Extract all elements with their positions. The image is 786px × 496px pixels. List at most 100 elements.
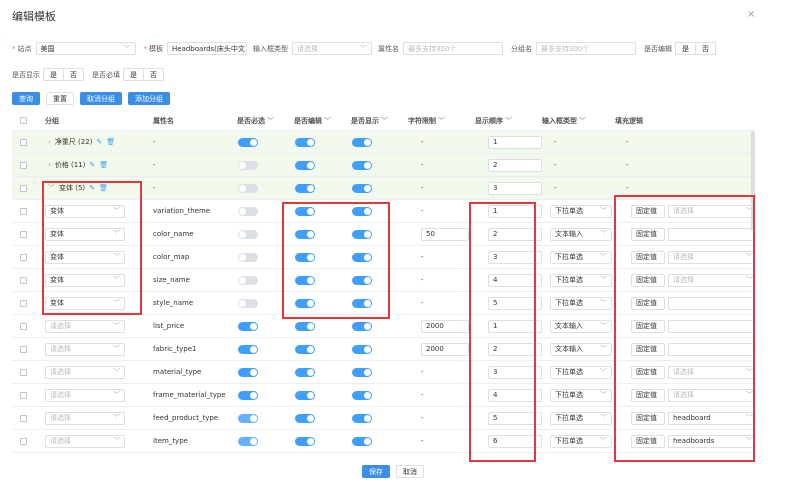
edit-switch[interactable] [295, 321, 315, 331]
input-type-select[interactable]: 下拉单选 ﹀ [550, 365, 612, 379]
required-switch[interactable] [238, 206, 258, 216]
order-input[interactable]: 3 [488, 181, 542, 195]
group-name-input[interactable]: 最多支持300个 [536, 42, 636, 55]
row-checkbox[interactable] [20, 322, 27, 330]
input-type-select[interactable]: 文本输入 ﹀ [550, 227, 612, 241]
required-switch[interactable] [238, 344, 258, 354]
fill-value-select[interactable]: 请选择 ﹀ [668, 250, 755, 264]
show-switch[interactable] [352, 344, 372, 354]
order-input[interactable]: 4 [488, 273, 542, 287]
fill-value-select[interactable]: 请选择 ﹀ [668, 365, 755, 379]
row-checkbox[interactable] [20, 437, 27, 445]
save-button[interactable]: 保存 [362, 465, 390, 478]
group-select[interactable]: 请选择 ﹀ [45, 434, 125, 448]
edit-switch[interactable] [295, 367, 315, 377]
fill-type-select[interactable]: 固定值 [631, 342, 665, 356]
show-switch[interactable] [352, 183, 372, 193]
order-input[interactable]: 3 [488, 250, 542, 264]
input-type-select[interactable]: 下拉单选 ﹀ [550, 273, 612, 287]
order-input[interactable]: 1 [488, 135, 542, 149]
required-switch[interactable] [238, 183, 258, 193]
required-switch[interactable] [238, 367, 258, 377]
show-switch[interactable] [352, 321, 372, 331]
input-type-select[interactable]: 下拉单选 ﹀ [550, 411, 612, 425]
chevron-down-icon[interactable]: ﹀ [267, 116, 274, 126]
select-all-checkbox[interactable] [20, 117, 27, 124]
chevron-down-icon[interactable]: ﹀ [505, 116, 512, 126]
edit-icon[interactable]: ✎ [96, 138, 102, 146]
row-checkbox[interactable] [20, 391, 27, 399]
required-switch[interactable] [238, 436, 258, 446]
row-checkbox[interactable] [20, 276, 27, 284]
display-yes[interactable]: 是 [43, 68, 64, 81]
fill-value-select[interactable]: 请选择 ﹀ [668, 388, 755, 402]
edit-switch[interactable] [295, 252, 315, 262]
group-select[interactable]: 变体 ﹀ [45, 296, 125, 310]
row-checkbox[interactable] [20, 230, 27, 238]
chevron-down-icon[interactable]: ﹀ [48, 183, 55, 193]
group-select[interactable]: 变体 ﹀ [45, 250, 125, 264]
edit-switch[interactable] [295, 436, 315, 446]
row-checkbox[interactable] [20, 299, 27, 307]
input-type-select[interactable]: 下拉单选 ﹀ [550, 388, 612, 402]
row-checkbox[interactable] [20, 161, 27, 169]
required-switch[interactable] [238, 252, 258, 262]
attr-name-input[interactable]: 最多支持300个 [403, 42, 503, 55]
fill-value-input[interactable] [668, 342, 755, 356]
group-select[interactable]: 请选择 ﹀ [45, 365, 125, 379]
required-switch[interactable] [238, 321, 258, 331]
row-checkbox[interactable] [20, 414, 27, 422]
edit-switch[interactable] [295, 183, 315, 193]
group-select[interactable]: 变体 ﹀ [45, 273, 125, 287]
group-select[interactable]: 请选择 ﹀ [45, 319, 125, 333]
required-switch[interactable] [238, 390, 258, 400]
required-switch[interactable] [238, 413, 258, 423]
edit-switch[interactable] [295, 298, 315, 308]
close-icon[interactable]: × [747, 9, 755, 20]
input-type-select[interactable]: 下拉单选 ﹀ [550, 296, 612, 310]
row-checkbox[interactable] [20, 345, 27, 353]
table-scrollbar[interactable] [751, 131, 755, 231]
order-input[interactable]: 1 [488, 319, 542, 333]
row-checkbox[interactable] [20, 138, 27, 146]
chevron-down-icon[interactable]: ﹀ [381, 116, 388, 126]
show-switch[interactable] [352, 137, 372, 147]
fill-type-select[interactable]: 固定值 [631, 227, 665, 241]
edit-switch[interactable] [295, 413, 315, 423]
fill-type-select[interactable]: 固定值 [631, 296, 665, 310]
show-switch[interactable] [352, 390, 372, 400]
input-type-select[interactable]: 文本输入 ﹀ [550, 319, 612, 333]
input-type-select[interactable]: 请选择 ﹀ [292, 42, 372, 55]
chevron-down-icon[interactable]: ﹀ [579, 116, 586, 126]
fill-value-select[interactable]: 请选择 ﹀ [668, 273, 755, 287]
fill-type-select[interactable]: 固定值 [631, 365, 665, 379]
query-button[interactable]: 查询 [12, 92, 40, 105]
edit-switch[interactable] [295, 390, 315, 400]
delete-icon[interactable]: 🗑 [99, 161, 108, 169]
order-input[interactable]: 4 [488, 388, 542, 402]
show-switch[interactable] [352, 229, 372, 239]
fill-type-select[interactable]: 固定值 [631, 388, 665, 402]
required-switch[interactable] [238, 229, 258, 239]
required-switch[interactable] [238, 160, 258, 170]
order-input[interactable]: 1 [488, 204, 542, 218]
order-input[interactable]: 2 [488, 158, 542, 172]
order-input[interactable]: 2 [488, 342, 542, 356]
show-switch[interactable] [352, 436, 372, 446]
edit-switch[interactable] [295, 160, 315, 170]
limit-input[interactable]: 50 [421, 227, 469, 241]
group-select[interactable]: 变体 ﹀ [45, 227, 125, 241]
site-select[interactable]: 美国 ﹀ [35, 42, 136, 55]
group-select[interactable]: 请选择 ﹀ [45, 388, 125, 402]
fill-value-input[interactable] [668, 227, 755, 241]
delete-icon[interactable]: 🗑 [106, 138, 115, 146]
show-switch[interactable] [352, 298, 372, 308]
cancel-group-button[interactable]: 取消分组 [80, 92, 122, 105]
reset-button[interactable]: 重置 [46, 92, 74, 105]
fill-type-select[interactable]: 固定值 [631, 250, 665, 264]
fill-value-input[interactable] [668, 296, 755, 310]
delete-icon[interactable]: 🗑 [99, 184, 108, 192]
fill-type-select[interactable]: 固定值 [631, 434, 665, 448]
fill-type-select[interactable]: 固定值 [631, 319, 665, 333]
limit-input[interactable]: 2000 [421, 319, 469, 333]
